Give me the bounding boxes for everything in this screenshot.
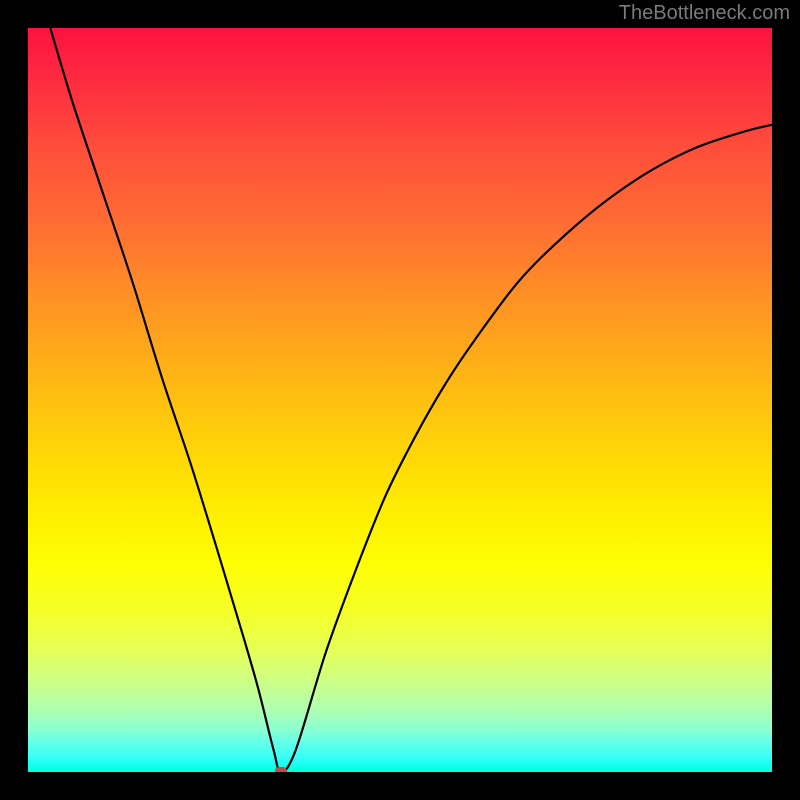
watermark-text: TheBottleneck.com bbox=[619, 2, 790, 25]
plot-area bbox=[28, 28, 772, 772]
optimum-marker bbox=[275, 767, 287, 772]
bottleneck-curve-path bbox=[50, 28, 772, 772]
chart-container: TheBottleneck.com bbox=[0, 0, 800, 800]
curve-svg bbox=[28, 28, 772, 772]
